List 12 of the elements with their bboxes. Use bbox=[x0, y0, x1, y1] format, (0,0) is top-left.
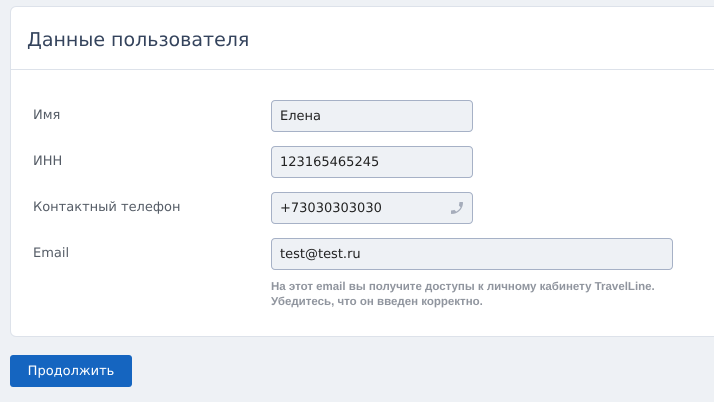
input-field[interactable]: test@test.ru bbox=[271, 238, 673, 270]
card-title: Данные пользователя bbox=[27, 29, 250, 51]
field-hint: На этот email вы получите доступы к личному кабинету TravelLine. Убедитесь, что он введен корректно. bbox=[271, 280, 656, 310]
phone-icon bbox=[449, 200, 465, 216]
input-field[interactable]: +73030303030 bbox=[271, 192, 473, 224]
input-field[interactable]: Елена bbox=[271, 100, 473, 132]
field-label: Контактный телефон bbox=[33, 199, 182, 217]
field-label: Email bbox=[33, 245, 70, 263]
input-field[interactable]: 123165465245 bbox=[271, 146, 473, 178]
continue-button[interactable]: Продолжить bbox=[10, 355, 132, 387]
field-label: Имя bbox=[33, 107, 62, 125]
field-label: ИНН bbox=[33, 153, 64, 171]
